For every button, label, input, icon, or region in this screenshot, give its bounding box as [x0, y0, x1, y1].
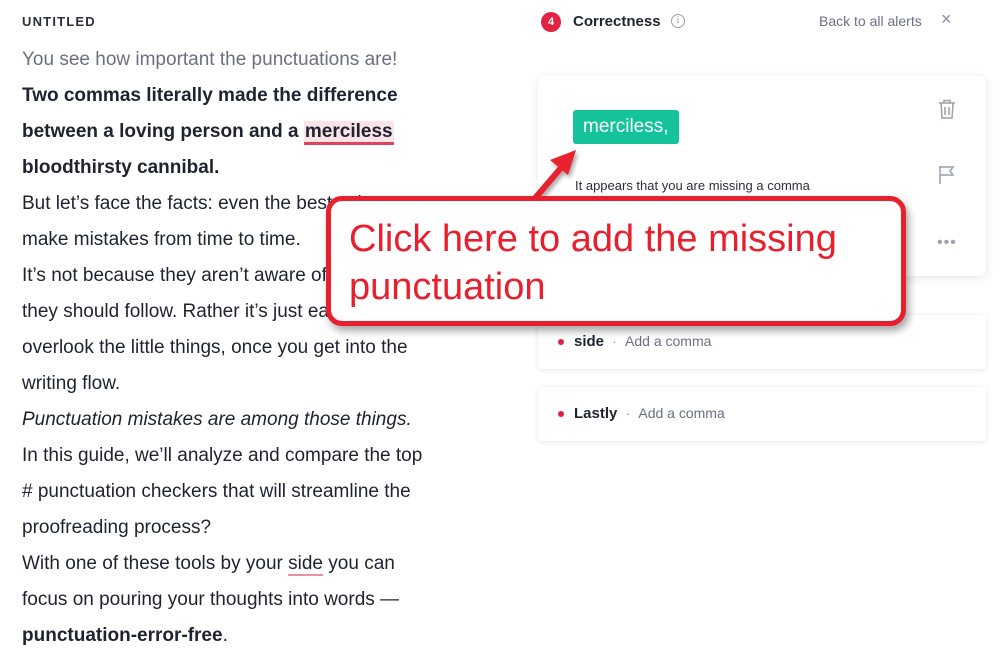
text-line[interactable]: # punctuation checkers that will streaml…	[22, 474, 502, 510]
text-line[interactable]: Two commas literally made the difference	[22, 78, 502, 114]
error-dot-icon	[558, 411, 564, 417]
text-line[interactable]: punctuation-error-free.	[22, 618, 502, 654]
error-highlight-merciless[interactable]: merciless	[303, 121, 394, 145]
callout-line: punctuation	[349, 266, 546, 308]
text-line[interactable]: proofreading process?	[22, 510, 502, 546]
document-body[interactable]: You see how important the punctuations a…	[22, 42, 502, 654]
suggestion-button[interactable]: merciless,	[573, 110, 679, 144]
error-dot-icon	[558, 339, 564, 345]
document-title[interactable]: UNTITLED	[22, 14, 96, 29]
sidebar-header: 4 Correctness i Back to all alerts ×	[505, 0, 1000, 44]
text-line[interactable]: Punctuation mistakes are among those thi…	[22, 402, 502, 438]
flag-icon[interactable]	[937, 164, 957, 191]
alert-count-badge: 4	[541, 12, 561, 32]
alert-summary: side · Add a comma	[574, 333, 711, 350]
text-line[interactable]: writing flow.	[22, 366, 502, 402]
text-line[interactable]: With one of these tools by your side you…	[22, 546, 502, 582]
text-span: between a loving person and a	[22, 121, 304, 142]
alerts-sidebar: 4 Correctness i Back to all alerts × mer…	[505, 0, 1000, 658]
info-icon[interactable]: i	[671, 14, 685, 28]
more-icon[interactable]: •••	[937, 234, 957, 252]
text-line[interactable]: between a loving person and a merciless	[22, 114, 502, 150]
separator: ·	[612, 333, 618, 350]
text-line[interactable]: overlook the little things, once you get…	[22, 330, 502, 366]
close-icon[interactable]: ×	[941, 9, 952, 30]
text-span: you can	[323, 553, 395, 574]
text-line[interactable]: bloodthirsty cannibal.	[22, 150, 502, 186]
text-span: With one of these tools by your	[22, 553, 289, 574]
back-to-all-alerts-link[interactable]: Back to all alerts	[819, 13, 922, 29]
alert-description: It appears that you are missing a comma	[575, 178, 810, 193]
alert-card-collapsed[interactable]: Lastly · Add a comma	[538, 387, 986, 441]
error-highlight-side[interactable]: side	[288, 553, 323, 576]
text-span: punctuation-error-free	[22, 625, 223, 646]
text-line[interactable]: focus on pouring your thoughts into word…	[22, 582, 502, 618]
annotation-callout: Click here to add the missing punctuatio…	[326, 196, 906, 326]
text-line[interactable]: In this guide, we’ll analyze and compare…	[22, 438, 502, 474]
alert-hint: Add a comma	[625, 333, 712, 349]
callout-line: Click here to add the missing	[349, 218, 837, 260]
text-span: .	[222, 625, 228, 646]
alert-word: Lastly	[574, 405, 618, 422]
alert-summary: Lastly · Add a comma	[574, 405, 725, 422]
separator: ·	[625, 405, 631, 422]
alert-word: side	[574, 333, 605, 350]
category-title: Correctness	[573, 13, 661, 30]
editor-pane: UNTITLED You see how important the punct…	[0, 0, 505, 658]
trash-icon[interactable]	[937, 98, 957, 125]
text-line[interactable]: You see how important the punctuations a…	[22, 42, 502, 78]
alert-hint: Add a comma	[638, 405, 725, 421]
